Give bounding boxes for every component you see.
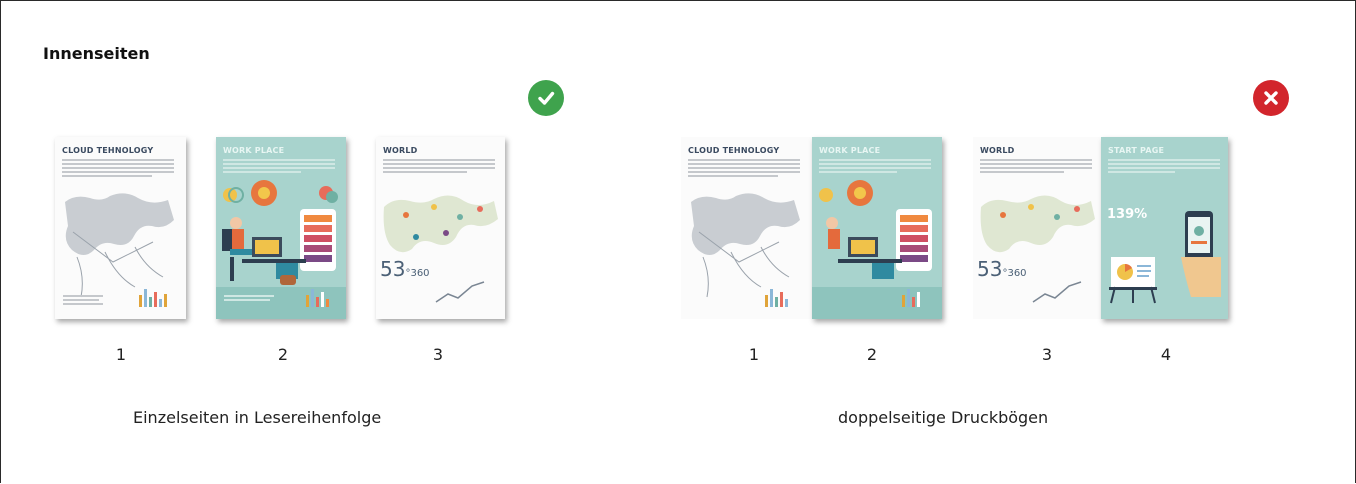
section-title: Innenseiten (43, 44, 150, 63)
page-thumbnail-world: WORLD 53°360 (376, 137, 505, 319)
page-number: 2 (277, 345, 289, 364)
page-number: 3 (1041, 345, 1053, 364)
world-map-graphic (691, 193, 800, 307)
spread-page-start-page: START PAGE 139% (1101, 137, 1228, 319)
caption-left: Einzelseiten in Lesereihenfolge (133, 408, 382, 427)
check-icon (538, 91, 555, 105)
page-number: 1 (748, 345, 760, 364)
spread-page-world: WORLD 53°360 (973, 137, 1101, 319)
cross-badge (1253, 80, 1289, 116)
page-thumbnail-work-place: WORK PLACE (216, 137, 346, 319)
check-badge (528, 80, 564, 116)
page-number: 4 (1160, 345, 1172, 364)
workplace-illustration (216, 180, 346, 319)
stat-figure: 53°360 (977, 257, 1027, 281)
page-number: 3 (432, 345, 444, 364)
workplace-illustration (812, 180, 942, 319)
presentation-illustration (1109, 211, 1221, 304)
page-number: 2 (866, 345, 878, 364)
page-number: 1 (115, 345, 127, 364)
x-icon (1264, 91, 1278, 105)
spread-page-work-place: WORK PLACE (812, 137, 942, 319)
stat-figure: 53°360 (380, 257, 430, 281)
world-map-graphic (980, 195, 1095, 303)
page-thumbnail-cloud-technology: CLOUD TEHNOLOGY (55, 137, 186, 319)
spread-page-cloud-technology: CLOUD TEHNOLOGY (681, 137, 812, 319)
caption-right: doppelseitige Druckbögen (838, 408, 1049, 427)
world-map-graphic (383, 195, 498, 303)
world-map-graphic (63, 193, 174, 307)
